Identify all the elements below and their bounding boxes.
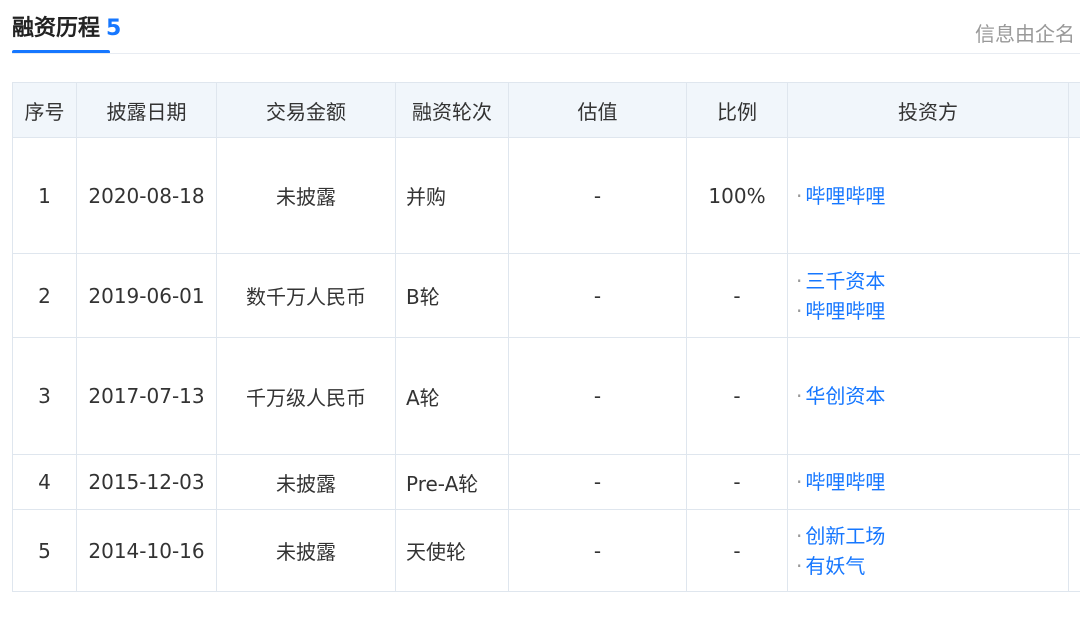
bullet-dot: · (796, 268, 803, 293)
cell-extra (1068, 137, 1080, 254)
record-count: 5 (106, 16, 122, 41)
column-header-extra (1068, 82, 1080, 138)
cell-round: A轮 (395, 337, 509, 455)
cell-amount: 未披露 (216, 137, 396, 254)
cell-investors: · 华创资本 (787, 337, 1069, 455)
cell-investors: · 哔哩哔哩 (787, 454, 1069, 510)
cell-investors: · 创新工场 · 有妖气 (787, 509, 1069, 592)
cell-round: Pre-A轮 (395, 454, 509, 510)
cell-valuation: - (508, 253, 687, 338)
bullet-dot: · (796, 183, 803, 208)
bullet-dot: · (796, 298, 803, 323)
investor-link[interactable]: 创新工场 (805, 524, 885, 548)
cell-ratio: - (686, 253, 788, 338)
section-title: 融资历程 5 (12, 10, 121, 42)
cell-extra (1068, 509, 1080, 592)
table-header-row: 序号 披露日期 交易金额 融资轮次 估值 比例 投资方 (12, 82, 1080, 138)
investor-link[interactable]: 哔哩哔哩 (805, 184, 885, 208)
cell-amount: 数千万人民币 (216, 253, 396, 338)
bullet-dot: · (796, 523, 803, 548)
cell-amount: 未披露 (216, 454, 396, 510)
section-title-text: 融资历程 (12, 16, 101, 41)
cell-index: 4 (12, 454, 77, 510)
cell-date: 2020-08-18 (76, 137, 217, 254)
investor-link[interactable]: 华创资本 (805, 384, 885, 408)
cell-date: 2017-07-13 (76, 337, 217, 455)
cell-index: 1 (12, 137, 77, 254)
column-header-date: 披露日期 (76, 82, 217, 138)
cell-date: 2015-12-03 (76, 454, 217, 510)
cell-ratio: - (686, 454, 788, 510)
column-header-index: 序号 (12, 82, 77, 138)
cell-valuation: - (508, 137, 687, 254)
cell-round: B轮 (395, 253, 509, 338)
cell-valuation: - (508, 337, 687, 455)
section-header: 融资历程 5 信息由企名 (0, 0, 1080, 54)
investor-link[interactable]: 哔哩哔哩 (805, 470, 885, 494)
cell-index: 3 (12, 337, 77, 455)
cell-valuation: - (508, 454, 687, 510)
cell-amount: 千万级人民币 (216, 337, 396, 455)
cell-extra (1068, 337, 1080, 455)
cell-amount: 未披露 (216, 509, 396, 592)
cell-extra (1068, 253, 1080, 338)
bullet-dot: · (796, 553, 803, 578)
cell-valuation: - (508, 509, 687, 592)
table-row: 4 2015-12-03 未披露 Pre-A轮 - - · 哔哩哔哩 (12, 454, 1080, 510)
financing-table: 序号 披露日期 交易金额 融资轮次 估值 比例 投资方 1 2020-08-18… (12, 82, 1080, 592)
cell-ratio: 100% (686, 137, 788, 254)
table-row: 5 2014-10-16 未披露 天使轮 - - · 创新工场 · 有妖气 (12, 509, 1080, 592)
cell-ratio: - (686, 509, 788, 592)
column-header-valuation: 估值 (508, 82, 687, 138)
investor-link[interactable]: 哔哩哔哩 (805, 299, 885, 323)
bullet-dot: · (796, 470, 803, 494)
column-header-round: 融资轮次 (395, 82, 509, 138)
table-row: 3 2017-07-13 千万级人民币 A轮 - - · 华创资本 (12, 337, 1080, 455)
cell-investors: · 哔哩哔哩 (787, 137, 1069, 254)
cell-date: 2014-10-16 (76, 509, 217, 592)
column-header-ratio: 比例 (686, 82, 788, 138)
financing-table-container: 序号 披露日期 交易金额 融资轮次 估值 比例 投资方 1 2020-08-18… (12, 82, 1080, 592)
cell-ratio: - (686, 337, 788, 455)
cell-investors: · 三千资本 · 哔哩哔哩 (787, 253, 1069, 338)
cell-index: 5 (12, 509, 77, 592)
header-divider (12, 53, 1080, 54)
table-row: 2 2019-06-01 数千万人民币 B轮 - - · 三千资本 · 哔哩哔哩 (12, 253, 1080, 338)
cell-round: 并购 (395, 137, 509, 254)
column-header-investors: 投资方 (787, 82, 1069, 138)
investor-link[interactable]: 三千资本 (805, 269, 885, 293)
cell-index: 2 (12, 253, 77, 338)
source-note: 信息由企名 (975, 22, 1075, 46)
cell-date: 2019-06-01 (76, 253, 217, 338)
column-header-amount: 交易金额 (216, 82, 396, 138)
table-row: 1 2020-08-18 未披露 并购 - 100% · 哔哩哔哩 (12, 137, 1080, 254)
cell-extra (1068, 454, 1080, 510)
cell-round: 天使轮 (395, 509, 509, 592)
bullet-dot: · (796, 384, 803, 408)
investor-link[interactable]: 有妖气 (805, 554, 865, 578)
